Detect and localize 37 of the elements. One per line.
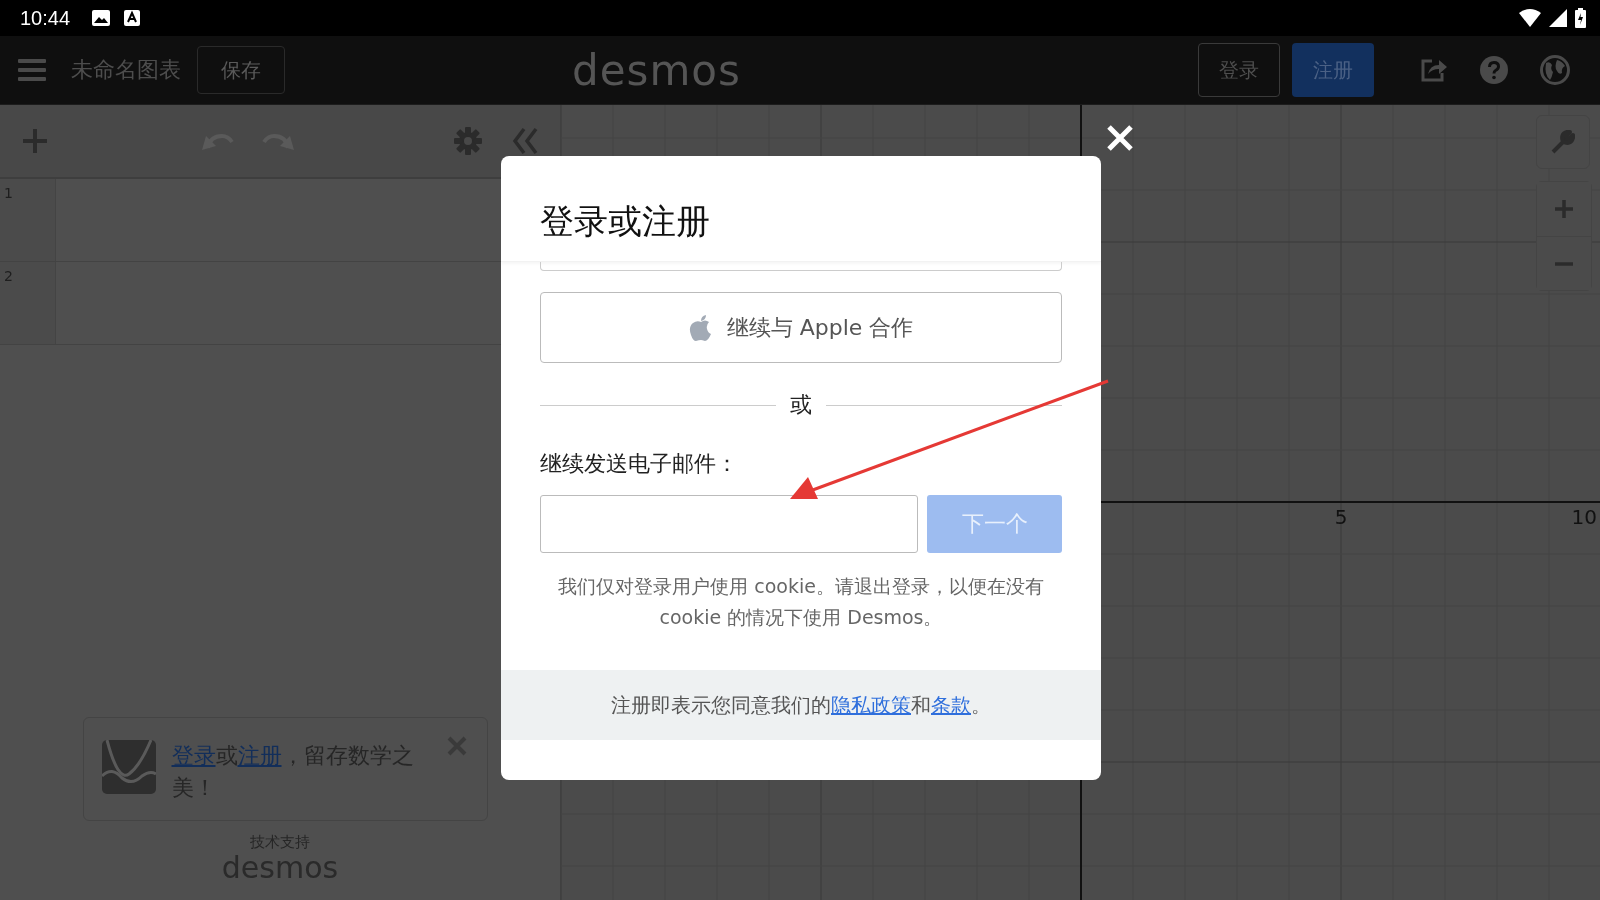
- promo-link[interactable]: 注册: [237, 743, 282, 768]
- signup-button[interactable]: 注册: [1292, 43, 1374, 97]
- apple-icon: [688, 313, 713, 342]
- zoom-out-button[interactable]: [1537, 236, 1591, 290]
- signal-icon: [1549, 9, 1567, 27]
- wrench-button[interactable]: [1536, 115, 1590, 169]
- dialog-title: 登录或注册: [540, 200, 710, 243]
- graph-logo-icon: [101, 740, 156, 794]
- share-icon[interactable]: [1420, 57, 1448, 83]
- promo-link[interactable]: 登录: [171, 743, 216, 768]
- terms-text: 注册即表示您同意我们的隐私政策和条款。: [611, 691, 991, 719]
- image-icon: [92, 10, 111, 26]
- globe-icon[interactable]: [1540, 55, 1570, 85]
- cookie-notice: 我们仅对登录用户使用 cookie。请退出登录，以便在没有 cookie 的情况下使用 Desmos。: [557, 574, 1045, 630]
- axis-tick-label: 10: [1571, 505, 1597, 529]
- divider-text: 或: [790, 391, 812, 419]
- minus-icon: [1554, 260, 1574, 267]
- graph-title[interactable]: 未命名图表: [71, 55, 181, 85]
- menu-icon[interactable]: [18, 58, 46, 82]
- terms-link[interactable]: 隐私政策: [831, 692, 911, 717]
- apple-sign-in-button[interactable]: 继续与 Apple 合作: [540, 292, 1062, 363]
- axis-tick-label: 5: [1334, 505, 1348, 529]
- help-icon[interactable]: [1480, 56, 1508, 84]
- wifi-icon: [1519, 9, 1541, 27]
- plus-icon: [1554, 199, 1574, 219]
- desmos-logo: desmos: [572, 45, 741, 95]
- email-label: 继续发送电子邮件：: [540, 450, 739, 478]
- settings-icon[interactable]: [454, 127, 482, 155]
- add-icon[interactable]: [22, 128, 48, 154]
- partial-button[interactable]: [540, 262, 1062, 271]
- battery-charging-icon: [1575, 8, 1586, 28]
- notification-icon: [124, 10, 141, 26]
- terms-link[interactable]: 条款: [931, 692, 971, 717]
- status-time: 10:44: [20, 6, 71, 30]
- collapse-chevrons-icon[interactable]: [512, 127, 538, 155]
- login-button[interactable]: 登录: [1198, 43, 1280, 97]
- email-input[interactable]: [540, 495, 918, 553]
